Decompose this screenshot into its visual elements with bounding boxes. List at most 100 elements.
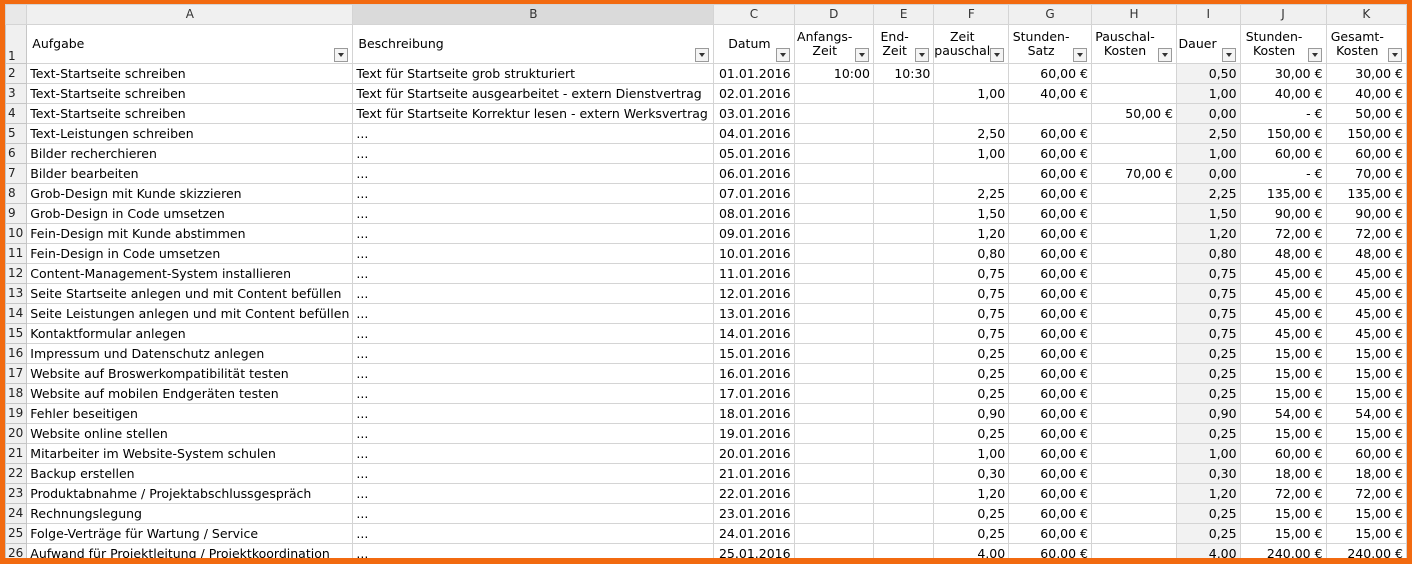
cell-gesamtkosten[interactable]: 15,00 € bbox=[1325, 383, 1407, 404]
cell-beschreibung[interactable]: ... bbox=[352, 263, 715, 284]
cell-anfangszeit[interactable] bbox=[793, 123, 874, 144]
cell-stundensatz[interactable]: 60,00 € bbox=[1008, 243, 1093, 264]
cell-pauschalkosten[interactable] bbox=[1091, 443, 1177, 464]
row-number[interactable]: 15 bbox=[5, 323, 28, 344]
cell-beschreibung[interactable]: ... bbox=[352, 543, 715, 558]
cell-stundensatz[interactable]: 60,00 € bbox=[1008, 223, 1093, 244]
header-cell-zeit-pauschal[interactable]: Zeit pauschal bbox=[933, 24, 1010, 64]
cell-stundenkosten[interactable]: 54,00 € bbox=[1239, 403, 1327, 424]
cell-anfangszeit[interactable] bbox=[793, 103, 874, 124]
cell-datum[interactable]: 15.01.2016 bbox=[713, 343, 795, 364]
filter-dropdown-icon[interactable] bbox=[1388, 48, 1402, 62]
header-cell-stundensatz[interactable]: Stunden- Satz bbox=[1008, 24, 1093, 64]
cell-gesamtkosten[interactable]: 54,00 € bbox=[1325, 403, 1407, 424]
cell-pauschalkosten[interactable]: 50,00 € bbox=[1091, 103, 1177, 124]
row-number[interactable]: 21 bbox=[5, 443, 28, 464]
cell-datum[interactable]: 20.01.2016 bbox=[713, 443, 795, 464]
cell-datum[interactable]: 09.01.2016 bbox=[713, 223, 795, 244]
cell-anfangszeit[interactable] bbox=[793, 503, 874, 524]
cell-stundenkosten[interactable]: 60,00 € bbox=[1239, 443, 1327, 464]
cell-datum[interactable]: 10.01.2016 bbox=[713, 243, 795, 264]
cell-dauer[interactable]: 1,00 bbox=[1175, 443, 1241, 464]
row-number[interactable]: 1 bbox=[5, 24, 28, 64]
column-header-i[interactable]: I bbox=[1175, 4, 1241, 25]
cell-beschreibung[interactable]: Text für Startseite Korrektur lesen - ex… bbox=[352, 103, 715, 124]
cell-aufgabe[interactable]: Website auf mobilen Endgeräten testen bbox=[26, 383, 354, 404]
cell-dauer[interactable]: 0,75 bbox=[1175, 303, 1241, 324]
cell-aufgabe[interactable]: Seite Leistungen anlegen und mit Content… bbox=[26, 303, 354, 324]
cell-endzeit[interactable] bbox=[872, 243, 935, 264]
cell-gesamtkosten[interactable]: 50,00 € bbox=[1325, 103, 1407, 124]
cell-aufgabe[interactable]: Folge-Verträge für Wartung / Service bbox=[26, 523, 354, 544]
cell-dauer[interactable]: 0,25 bbox=[1175, 343, 1241, 364]
cell-stundensatz[interactable]: 60,00 € bbox=[1008, 383, 1093, 404]
filter-dropdown-icon[interactable] bbox=[775, 48, 790, 62]
cell-endzeit[interactable]: 10:30 bbox=[872, 63, 935, 84]
column-header-c[interactable]: C bbox=[713, 4, 795, 25]
filter-dropdown-icon[interactable] bbox=[1157, 48, 1172, 62]
cell-dauer[interactable]: 0,75 bbox=[1175, 283, 1241, 304]
cell-gesamtkosten[interactable]: 45,00 € bbox=[1325, 303, 1407, 324]
cell-dauer[interactable]: 2,50 bbox=[1175, 123, 1241, 144]
header-cell-endzeit[interactable]: End- Zeit bbox=[872, 24, 935, 64]
cell-datum[interactable]: 19.01.2016 bbox=[713, 423, 795, 444]
cell-gesamtkosten[interactable]: 72,00 € bbox=[1325, 223, 1407, 244]
cell-stundenkosten[interactable]: 40,00 € bbox=[1239, 83, 1327, 104]
cell-anfangszeit[interactable] bbox=[793, 463, 874, 484]
cell-endzeit[interactable] bbox=[872, 383, 935, 404]
cell-datum[interactable]: 16.01.2016 bbox=[713, 363, 795, 384]
cell-gesamtkosten[interactable]: 15,00 € bbox=[1325, 363, 1407, 384]
cell-gesamtkosten[interactable]: 30,00 € bbox=[1325, 63, 1407, 84]
cell-pauschalkosten[interactable] bbox=[1091, 363, 1177, 384]
cell-beschreibung[interactable]: ... bbox=[352, 203, 715, 224]
cell-anfangszeit[interactable] bbox=[793, 443, 874, 464]
column-header-j[interactable]: J bbox=[1239, 4, 1327, 25]
cell-datum[interactable]: 02.01.2016 bbox=[713, 83, 795, 104]
filter-dropdown-icon[interactable] bbox=[990, 48, 1005, 62]
row-number[interactable]: 19 bbox=[5, 403, 28, 424]
cell-zeit-pauschal[interactable]: 1,20 bbox=[933, 223, 1010, 244]
cell-pauschalkosten[interactable] bbox=[1091, 543, 1177, 558]
cell-endzeit[interactable] bbox=[872, 443, 935, 464]
filter-dropdown-icon[interactable] bbox=[1307, 48, 1322, 62]
cell-gesamtkosten[interactable]: 60,00 € bbox=[1325, 143, 1407, 164]
cell-zeit-pauschal[interactable]: 0,80 bbox=[933, 243, 1010, 264]
column-header-d[interactable]: D bbox=[793, 4, 874, 25]
row-number[interactable]: 2 bbox=[5, 63, 28, 84]
cell-beschreibung[interactable]: ... bbox=[352, 503, 715, 524]
cell-stundensatz[interactable]: 60,00 € bbox=[1008, 303, 1093, 324]
row-number[interactable]: 5 bbox=[5, 123, 28, 144]
cell-datum[interactable]: 03.01.2016 bbox=[713, 103, 795, 124]
header-cell-aufgabe[interactable]: Aufgabe bbox=[26, 24, 354, 64]
cell-zeit-pauschal[interactable]: 2,25 bbox=[933, 183, 1010, 204]
row-number[interactable]: 24 bbox=[5, 503, 28, 524]
cell-stundenkosten[interactable]: 45,00 € bbox=[1239, 303, 1327, 324]
cell-endzeit[interactable] bbox=[872, 543, 935, 558]
cell-beschreibung[interactable]: ... bbox=[352, 483, 715, 504]
header-cell-stundenkosten[interactable]: Stunden- Kosten bbox=[1239, 24, 1327, 64]
cell-anfangszeit[interactable] bbox=[793, 483, 874, 504]
row-number[interactable]: 20 bbox=[5, 423, 28, 444]
cell-dauer[interactable]: 1,00 bbox=[1175, 83, 1241, 104]
filter-dropdown-icon[interactable] bbox=[1073, 48, 1088, 62]
cell-gesamtkosten[interactable]: 15,00 € bbox=[1325, 343, 1407, 364]
cell-stundenkosten[interactable]: - € bbox=[1239, 103, 1327, 124]
cell-stundensatz[interactable]: 60,00 € bbox=[1008, 503, 1093, 524]
cell-datum[interactable]: 08.01.2016 bbox=[713, 203, 795, 224]
cell-beschreibung[interactable]: ... bbox=[352, 323, 715, 344]
cell-datum[interactable]: 13.01.2016 bbox=[713, 303, 795, 324]
cell-datum[interactable]: 01.01.2016 bbox=[713, 63, 795, 84]
cell-zeit-pauschal[interactable]: 0,25 bbox=[933, 383, 1010, 404]
cell-stundensatz[interactable]: 60,00 € bbox=[1008, 163, 1093, 184]
cell-datum[interactable]: 18.01.2016 bbox=[713, 403, 795, 424]
cell-beschreibung[interactable]: ... bbox=[352, 163, 715, 184]
filter-dropdown-icon[interactable] bbox=[1221, 48, 1236, 62]
cell-beschreibung[interactable]: ... bbox=[352, 363, 715, 384]
cell-anfangszeit[interactable] bbox=[793, 363, 874, 384]
cell-anfangszeit[interactable] bbox=[793, 243, 874, 264]
cell-stundenkosten[interactable]: 45,00 € bbox=[1239, 323, 1327, 344]
cell-datum[interactable]: 11.01.2016 bbox=[713, 263, 795, 284]
cell-datum[interactable]: 06.01.2016 bbox=[713, 163, 795, 184]
row-number[interactable]: 17 bbox=[5, 363, 28, 384]
cell-gesamtkosten[interactable]: 45,00 € bbox=[1325, 323, 1407, 344]
